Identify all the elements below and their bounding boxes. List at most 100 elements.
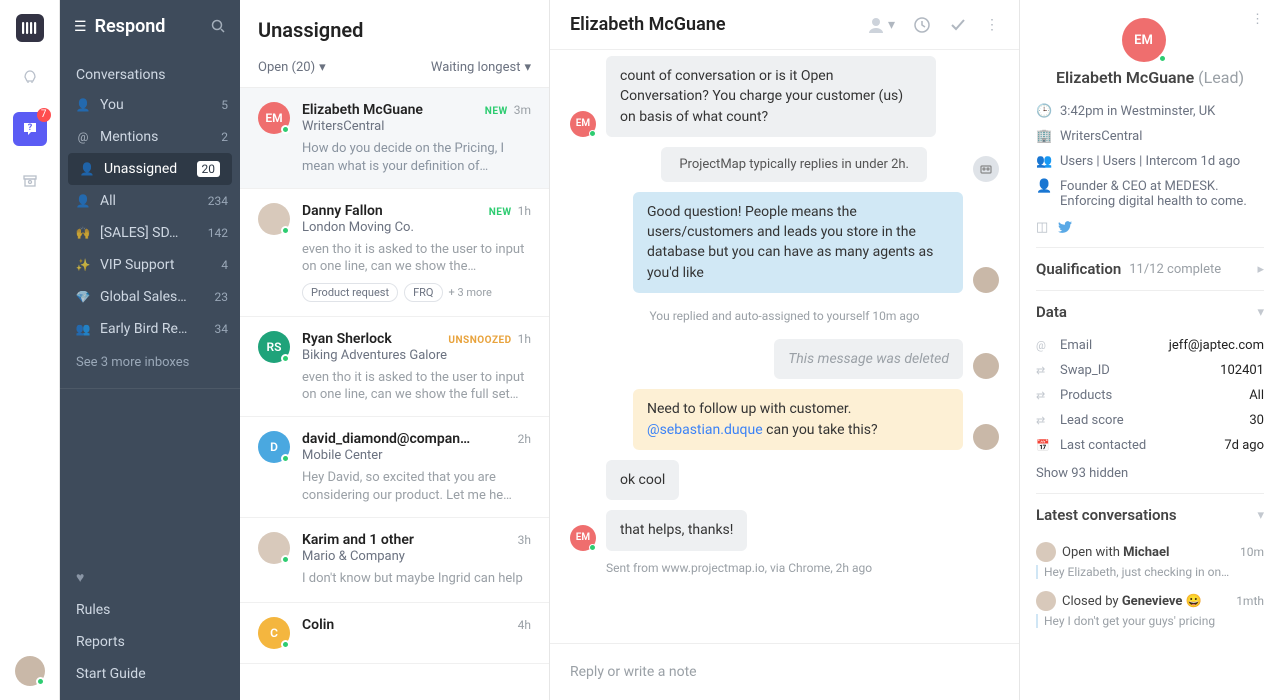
sidebar-item[interactable]: 👤You5 xyxy=(60,89,240,121)
data-section-header[interactable]: Data▾ xyxy=(1036,291,1264,333)
latest-conversation-item[interactable]: Open with Michael 10mHey Elizabeth, just… xyxy=(1036,536,1264,585)
chevron-down-icon: ▾ xyxy=(1257,305,1264,320)
inbox-icon: ✨ xyxy=(74,258,92,272)
latest-conversations-header[interactable]: Latest conversations▾ xyxy=(1036,494,1264,536)
inbox-icon: 👤 xyxy=(74,194,92,208)
more-icon[interactable]: ⋮ xyxy=(985,17,999,33)
app-logo-icon[interactable] xyxy=(16,14,44,42)
message-bubble[interactable]: that helps, thanks! xyxy=(606,510,747,550)
conversation-company: London Moving Co. xyxy=(302,220,531,235)
mention[interactable]: @sebastian.duque xyxy=(647,422,763,438)
message-row: Good question! People means the users/cu… xyxy=(570,192,999,293)
chevron-down-icon: ▾ xyxy=(1257,508,1264,523)
message-bubble[interactable]: Good question! People means the users/cu… xyxy=(633,192,963,293)
latest-conversation-item[interactable]: Closed by Genevieve 😀1mthHey I don't get… xyxy=(1036,585,1264,634)
chevron-down-icon: ▾ xyxy=(524,60,531,75)
sidebar-item[interactable]: 👥Early Bird Re…34 xyxy=(60,313,240,345)
message-row: EMthat helps, thanks! xyxy=(570,510,999,550)
sidebar-item-label: Global Sales… xyxy=(100,289,207,305)
conversation-time: 1h xyxy=(518,332,531,346)
left-rail: 7 ? xyxy=(0,0,60,700)
details-more-icon[interactable]: ⋮ xyxy=(1251,12,1264,27)
data-attribute-row[interactable]: ⇄Lead score30 xyxy=(1036,408,1264,433)
qualification-section[interactable]: Qualification 11/12 complete ▸ xyxy=(1036,248,1264,290)
sidebar-item[interactable]: 🙌[SALES] SD…142 xyxy=(60,217,240,249)
message-bubble[interactable]: This message was deleted xyxy=(774,339,963,379)
conversation-item[interactable]: Karim and 1 other3h Mario & Company I do… xyxy=(240,518,549,603)
filter-sort[interactable]: Waiting longest ▾ xyxy=(431,60,531,75)
conversation-name: david_diamond@compan… xyxy=(302,431,470,447)
composer-input[interactable]: Reply or write a note xyxy=(550,643,1019,700)
conversation-time: 4h xyxy=(518,618,531,632)
archive-icon[interactable] xyxy=(13,164,47,198)
agent-avatar xyxy=(973,424,999,450)
conversation-preview: even tho it is asked to the user to inpu… xyxy=(302,369,531,403)
sidebar-item-label: You xyxy=(100,97,213,113)
attr-key: Email xyxy=(1060,338,1148,353)
sidebar-item[interactable]: @Mentions2 xyxy=(60,121,240,153)
meta-icon: 🕒 xyxy=(1036,104,1050,119)
sidebar-item-count: 20 xyxy=(197,161,221,177)
sidebar-bottom-link[interactable]: Start Guide xyxy=(76,658,224,690)
data-attribute-row[interactable]: 📅Last contacted7d ago xyxy=(1036,433,1264,458)
tag-chip[interactable]: FRQ xyxy=(404,283,442,302)
sidebar-item[interactable]: ✨VIP Support4 xyxy=(60,249,240,281)
new-tag: NEW xyxy=(489,207,512,218)
filter-status[interactable]: Open (20) ▾ xyxy=(258,60,326,75)
conversation-item[interactable]: EM Elizabeth McGuaneNEW3m WritersCentral… xyxy=(240,88,549,189)
sidebar-item[interactable]: 👤Unassigned20 xyxy=(68,153,232,185)
data-attribute-row[interactable]: @Emailjeff@japtec.com xyxy=(1036,333,1264,358)
show-hidden[interactable]: Show 93 hidden xyxy=(1036,458,1264,494)
conversation-item[interactable]: RS Ryan SherlockUNSNOOZED1h Biking Adven… xyxy=(240,317,549,418)
tag-chip[interactable]: Product request xyxy=(302,283,398,302)
data-attribute-row[interactable]: ⇄ProductsAll xyxy=(1036,383,1264,408)
search-icon[interactable] xyxy=(211,19,226,34)
sidebar-item-count: 2 xyxy=(221,130,228,144)
attr-icon: ⇄ xyxy=(1036,364,1052,377)
rocket-icon[interactable] xyxy=(13,60,47,94)
attr-value: All xyxy=(1249,388,1264,403)
sidebar-bottom-link[interactable]: Reports xyxy=(76,626,224,658)
avatar: EM xyxy=(258,102,290,134)
conversation-preview: I don't know but maybe Ingrid can help xyxy=(302,570,531,588)
snooze-icon[interactable] xyxy=(913,16,931,34)
conversation-item[interactable]: C Colin4h xyxy=(240,603,549,664)
attr-icon: ⇄ xyxy=(1036,414,1052,427)
hamburger-icon[interactable]: ☰ xyxy=(74,19,87,35)
chevron-right-icon: ▸ xyxy=(1257,262,1264,277)
sidebar-title: Respond xyxy=(95,16,203,37)
more-chips[interactable]: + 3 more xyxy=(449,286,492,299)
conversation-item[interactable]: Danny FallonNEW1h London Moving Co. even… xyxy=(240,189,549,317)
message-bubble[interactable]: ok cool xyxy=(606,460,679,500)
contacts-icon[interactable]: ◫ xyxy=(1036,220,1048,235)
conversation-time: 1h xyxy=(518,204,531,218)
message-row: EMcount of conversation or is it Open Co… xyxy=(570,56,999,137)
sidebar-item-count: 142 xyxy=(208,226,228,240)
inbox-icon: 🙌 xyxy=(74,226,92,240)
assign-icon[interactable]: ▾ xyxy=(866,15,895,35)
twitter-icon[interactable] xyxy=(1058,220,1072,235)
attr-icon: 📅 xyxy=(1036,439,1052,452)
see-more-inboxes[interactable]: See 3 more inboxes xyxy=(60,345,240,380)
message-bubble[interactable]: count of conversation or is it Open Conv… xyxy=(606,56,936,137)
sidebar-item[interactable]: 💎Global Sales…23 xyxy=(60,281,240,313)
sidebar-bottom-link[interactable]: Rules xyxy=(76,594,224,626)
help-icon[interactable]: 7 ? xyxy=(13,112,47,146)
avatar: D xyxy=(258,431,290,463)
favorites-icon[interactable]: ♥ xyxy=(76,561,224,594)
conversation-item[interactable]: D david_diamond@compan…2h Mobile Center … xyxy=(240,417,549,518)
sidebar-item-label: Unassigned xyxy=(104,161,189,177)
avatar xyxy=(258,203,290,235)
current-user-avatar[interactable] xyxy=(15,656,45,686)
message-row: This message was deleted xyxy=(570,339,999,379)
lead-avatar[interactable]: EM xyxy=(1122,18,1166,62)
sidebar-item[interactable]: 👤All234 xyxy=(60,185,240,217)
sidebar-item-label: VIP Support xyxy=(100,257,213,273)
close-conversation-icon[interactable] xyxy=(949,16,967,34)
svg-text:?: ? xyxy=(27,123,32,133)
message-bubble[interactable]: Need to follow up with customer. @sebast… xyxy=(633,389,963,450)
attr-icon: @ xyxy=(1036,339,1052,352)
data-attribute-row[interactable]: ⇄Swap_ID102401 xyxy=(1036,358,1264,383)
lead-meta-row: 👤Founder & CEO at MEDESK. Enforcing digi… xyxy=(1036,174,1264,214)
attr-key: Swap_ID xyxy=(1060,363,1148,378)
